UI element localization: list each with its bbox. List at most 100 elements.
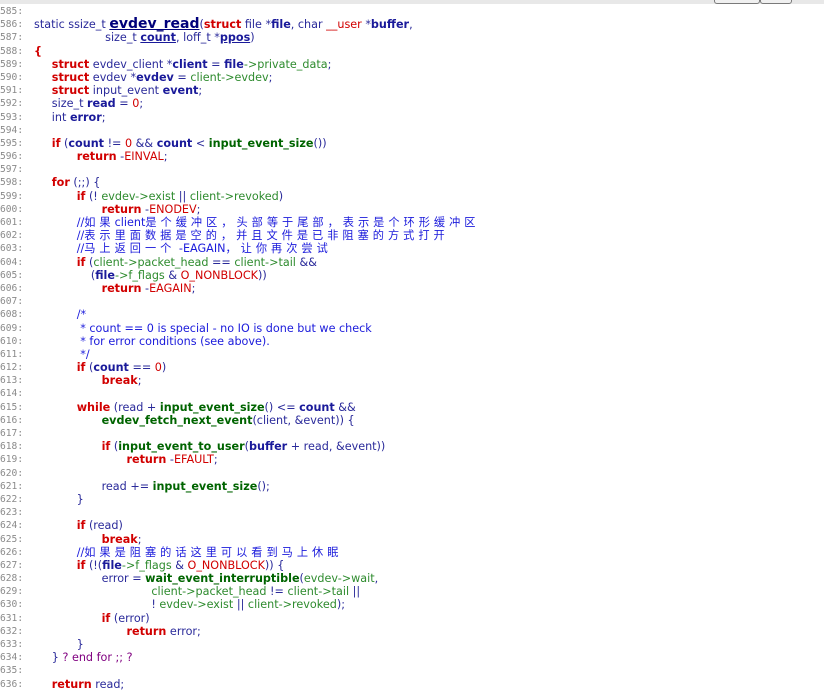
code-line[interactable]: 618: if (input_event_to_user(buffer + re… bbox=[0, 440, 824, 453]
code-line[interactable]: 591: struct input_event event; bbox=[0, 84, 824, 97]
code-line[interactable]: 608: /* bbox=[0, 308, 824, 321]
code-line[interactable]: 592: size_t read = 0; bbox=[0, 97, 824, 110]
code-line[interactable]: 630: ! evdev->exist || client->revoked); bbox=[0, 598, 824, 611]
code-line[interactable]: 601: //如果client是个缓冲区，头部等于尾部，表示是个环形缓冲区 bbox=[0, 216, 824, 229]
code-text: if (! evdev->exist || client->revoked) bbox=[34, 190, 283, 203]
code-line[interactable]: 613: break; bbox=[0, 374, 824, 387]
line-number: 620: bbox=[0, 467, 24, 479]
code-token: error; bbox=[166, 624, 201, 638]
code-line[interactable]: 634: } ? end for ;; ? bbox=[0, 651, 824, 664]
line-number: 590: bbox=[0, 71, 24, 83]
code-line[interactable]: 632: return error; bbox=[0, 625, 824, 638]
line-number: 619: bbox=[0, 454, 24, 466]
code-token: client->tail bbox=[234, 255, 296, 269]
code-line[interactable]: 626: //如果是阻塞的话这里可以看到马上休眠 bbox=[0, 546, 824, 559]
code-token: == bbox=[128, 361, 155, 375]
code-line[interactable]: 609: * count == 0 is special - no IO is … bbox=[0, 322, 824, 335]
code-text: //如果client是个缓冲区，头部等于尾部，表示是个环形缓冲区 bbox=[34, 216, 480, 229]
code-text: size_t read = 0; bbox=[34, 97, 143, 110]
code-token: ->private_data bbox=[243, 57, 328, 71]
code-line[interactable]: 631: if (error) bbox=[0, 612, 824, 625]
code-line[interactable]: 603: //马上返回一个 -EAGAIN，让你再次尝试 bbox=[0, 242, 824, 255]
code-line[interactable]: 633: } bbox=[0, 638, 824, 651]
code-line[interactable]: 610: * for error conditions (see above). bbox=[0, 335, 824, 348]
code-token: return bbox=[101, 202, 142, 216]
code-token: O_NONBLOCK bbox=[187, 558, 265, 572]
code-line[interactable]: 597: bbox=[0, 163, 824, 176]
code-line[interactable]: 623: bbox=[0, 506, 824, 519]
line-number: 609: bbox=[0, 322, 24, 334]
code-line[interactable]: 590: struct evdev *evdev = client->evdev… bbox=[0, 71, 824, 84]
code-line[interactable]: 636: return read; bbox=[0, 678, 824, 691]
code-line[interactable]: 595: if (count != 0 && count < input_eve… bbox=[0, 137, 824, 150]
code-line[interactable]: 625: break; bbox=[0, 533, 824, 546]
code-line[interactable]: 621: read += input_event_size(); bbox=[0, 480, 824, 493]
toolbar-button[interactable] bbox=[714, 0, 760, 4]
code-line[interactable]: 614: bbox=[0, 387, 824, 400]
code-view[interactable]: 585: 586: static ssize_t evdev_read(struct… bbox=[0, 5, 824, 691]
code-line[interactable]: 629: client->packet_head != client->tail… bbox=[0, 585, 824, 598]
code-line[interactable]: 635: bbox=[0, 664, 824, 677]
code-line[interactable]: 598: for (;;) { bbox=[0, 176, 824, 189]
code-line[interactable]: 627: if (!(file->f_flags & O_NONBLOCK)) … bbox=[0, 559, 824, 572]
code-line[interactable]: 617: bbox=[0, 427, 824, 440]
code-line[interactable]: 612: if (count == 0) bbox=[0, 361, 824, 374]
code-token: evdev->exist bbox=[159, 598, 234, 612]
code-line[interactable]: 593: int error; bbox=[0, 111, 824, 124]
code-line[interactable]: 605: (file->f_flags & O_NONBLOCK)) bbox=[0, 269, 824, 282]
code-line[interactable]: 606: return -EAGAIN; bbox=[0, 282, 824, 295]
code-token: evdev bbox=[136, 70, 174, 84]
code-text: if (client->packet_head == client->tail … bbox=[34, 256, 317, 269]
code-token: error bbox=[69, 110, 102, 124]
line-number: 594: bbox=[0, 124, 24, 136]
code-token: } bbox=[34, 638, 84, 651]
code-line[interactable]: 619: return -EFAULT; bbox=[0, 453, 824, 466]
code-line[interactable]: 615: while (read + input_event_size() <=… bbox=[0, 401, 824, 414]
toolbar-button[interactable] bbox=[760, 0, 792, 4]
code-token: ; bbox=[268, 70, 273, 84]
code-line[interactable]: 624: if (read) bbox=[0, 519, 824, 532]
line-number: 612: bbox=[0, 362, 24, 374]
line-number: 598: bbox=[0, 177, 24, 189]
code-token: - bbox=[141, 202, 150, 216]
code-line[interactable]: 587: size_t count, loff_t *ppos) bbox=[0, 31, 824, 44]
code-line[interactable]: 602: //表示里面数据是空的，并且文件是已非阻塞的方式打开 bbox=[0, 229, 824, 242]
code-token: file bbox=[102, 558, 122, 572]
code-text: //表示里面数据是空的，并且文件是已非阻塞的方式打开 bbox=[34, 229, 449, 242]
code-line[interactable]: 628: error = wait_event_interruptible(ev… bbox=[0, 572, 824, 585]
code-line[interactable]: 620: bbox=[0, 467, 824, 480]
code-token: = bbox=[207, 57, 225, 71]
code-token: < bbox=[192, 136, 209, 150]
code-line[interactable]: 622: } bbox=[0, 493, 824, 506]
code-line[interactable]: 604: if (client->packet_head == client->… bbox=[0, 256, 824, 269]
code-line[interactable]: 588: { bbox=[0, 45, 824, 58]
code-line[interactable]: 596: return -EINVAL; bbox=[0, 150, 824, 163]
code-line[interactable]: 607: bbox=[0, 295, 824, 308]
code-line[interactable]: 616: evdev_fetch_next_event(client, &eve… bbox=[0, 414, 824, 427]
code-line[interactable]: 594: bbox=[0, 124, 824, 137]
code-line[interactable]: 599: if (! evdev->exist || client->revok… bbox=[0, 190, 824, 203]
code-token: client->packet_head bbox=[93, 255, 209, 269]
code-token: ; bbox=[191, 281, 196, 295]
code-text: while (read + input_event_size() <= coun… bbox=[34, 401, 356, 414]
code-token: return bbox=[126, 453, 167, 467]
code-token: (! bbox=[85, 189, 102, 203]
code-line[interactable]: 600: return -ENODEV; bbox=[0, 203, 824, 216]
code-line[interactable]: 611: */ bbox=[0, 348, 824, 361]
code-token: buffer bbox=[370, 18, 410, 32]
code-line[interactable]: 589: struct evdev_client *client = file-… bbox=[0, 58, 824, 71]
code-token: evdev_read bbox=[109, 16, 200, 33]
code-text: return -EINVAL; bbox=[34, 150, 168, 163]
code-token: (!( bbox=[85, 558, 103, 572]
code-token: ->f_flags bbox=[114, 268, 165, 282]
code-token: ppos bbox=[219, 31, 251, 45]
code-line[interactable]: 586: static ssize_t evdev_read(struct fil… bbox=[0, 16, 824, 33]
code-token: count bbox=[93, 361, 129, 375]
code-token: count bbox=[156, 136, 193, 150]
